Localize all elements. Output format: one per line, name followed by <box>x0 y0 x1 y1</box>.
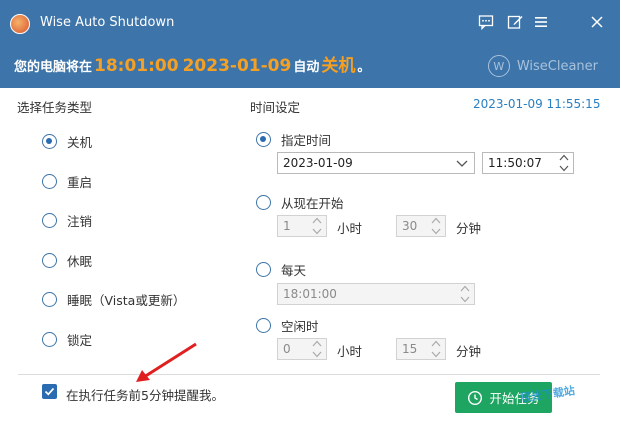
radio-circle <box>42 332 57 347</box>
spin-up-icon[interactable] <box>312 340 322 347</box>
spin-down-icon[interactable] <box>431 228 441 235</box>
from-now-minutes-stepper[interactable]: 30 <box>396 215 446 237</box>
schedule-banner: 您的电脑将在 18:01:00 2023-01-09 自动 关机 。 W Wis… <box>0 45 620 88</box>
radio-idle[interactable]: 空闲时 <box>256 316 319 335</box>
spin-up-icon[interactable] <box>431 217 441 224</box>
radio-label: 重启 <box>67 175 93 190</box>
radio-circle <box>256 262 271 277</box>
red-arrow-annotation-icon <box>136 342 197 382</box>
radio-label: 空闲时 <box>281 319 319 334</box>
clock-icon <box>468 390 483 405</box>
from-now-hours-stepper[interactable]: 1 <box>277 215 327 237</box>
hours-value: 0 <box>283 342 291 356</box>
banner-date: 2023-01-09 <box>182 56 292 76</box>
title-bar: Wise Auto Shutdown <box>0 0 620 45</box>
banner-mid: 自动 <box>293 60 320 75</box>
time-stepper[interactable]: 11:50:07 <box>482 152 574 174</box>
radio-label: 锁定 <box>67 333 93 348</box>
radio-label: 睡眠（Vista或更新） <box>67 293 186 308</box>
radio-hibernate[interactable]: 休眠 <box>42 251 92 270</box>
spin-down-icon[interactable] <box>431 351 441 358</box>
radio-shutdown[interactable]: 关机 <box>42 132 92 151</box>
radio-label: 指定时间 <box>281 133 332 148</box>
radio-circle <box>256 132 271 147</box>
app-logo-icon <box>10 14 30 34</box>
radio-circle <box>42 213 57 228</box>
radio-circle <box>42 174 57 189</box>
edit-icon[interactable] <box>506 13 524 31</box>
daily-time-value: 18:01:00 <box>283 287 337 301</box>
radio-label: 注销 <box>67 214 93 229</box>
schedule-summary: 您的电脑将在 18:01:00 2023-01-09 自动 关机 。 <box>14 51 370 76</box>
spin-buttons[interactable] <box>460 285 472 303</box>
radio-circle <box>42 292 57 307</box>
chevron-down-icon <box>456 160 468 167</box>
checkmark-icon <box>44 387 55 396</box>
hours-unit: 小时 <box>337 344 363 359</box>
radio-lock[interactable]: 锁定 <box>42 330 92 349</box>
spin-up-icon[interactable] <box>312 217 322 224</box>
brand[interactable]: W WiseCleaner <box>487 55 598 77</box>
task-type-heading: 选择任务类型 <box>17 100 93 115</box>
banner-time: 18:01:00 <box>94 56 179 76</box>
idle-hours-stepper[interactable]: 0 <box>277 338 327 360</box>
radio-label: 从现在开始 <box>281 196 344 211</box>
spin-buttons[interactable] <box>312 340 324 358</box>
spin-buttons[interactable] <box>431 217 443 235</box>
brand-name: WiseCleaner <box>516 58 598 74</box>
minutes-unit: 分钟 <box>456 221 482 236</box>
spin-up-icon[interactable] <box>460 285 470 292</box>
time-setting-heading: 时间设定 <box>250 100 301 115</box>
radio-daily[interactable]: 每天 <box>256 260 306 279</box>
time-value: 11:50:07 <box>488 156 542 170</box>
current-time: 2023-01-09 11:55:15 <box>473 97 601 111</box>
radio-label: 休眠 <box>67 254 93 269</box>
feedback-icon[interactable] <box>477 13 495 31</box>
radio-circle <box>42 134 57 149</box>
spin-up-icon[interactable] <box>431 340 441 347</box>
remind-label[interactable]: 在执行任务前5分钟提醒我。 <box>66 385 224 404</box>
spin-down-icon[interactable] <box>312 228 322 235</box>
close-icon[interactable] <box>588 13 606 31</box>
banner-action: 关机 <box>321 56 356 76</box>
radio-label: 关机 <box>67 135 93 150</box>
date-value: 2023-01-09 <box>283 156 353 170</box>
hours-value: 1 <box>283 219 291 233</box>
daily-time-stepper[interactable]: 18:01:00 <box>277 283 475 305</box>
minutes-unit: 分钟 <box>456 344 482 359</box>
banner-suffix: 。 <box>357 60 371 75</box>
radio-sleep[interactable]: 睡眠（Vista或更新） <box>42 290 185 309</box>
radio-logoff[interactable]: 注销 <box>42 211 92 230</box>
app-title: Wise Auto Shutdown <box>40 15 175 30</box>
hours-unit: 小时 <box>337 221 363 236</box>
spin-down-icon[interactable] <box>312 351 322 358</box>
radio-specified-time[interactable]: 指定时间 <box>256 130 331 149</box>
spin-down-icon[interactable] <box>460 296 470 303</box>
spin-up-icon[interactable] <box>559 154 569 161</box>
date-dropdown[interactable]: 2023-01-09 <box>277 152 475 174</box>
spin-down-icon[interactable] <box>559 165 569 172</box>
menu-icon[interactable] <box>532 13 550 31</box>
idle-minutes-stepper[interactable]: 15 <box>396 338 446 360</box>
minutes-value: 15 <box>402 342 418 356</box>
wisecleaner-logo-icon: W <box>487 55 510 77</box>
radio-from-now[interactable]: 从现在开始 <box>256 193 344 212</box>
minutes-value: 30 <box>402 219 418 233</box>
remind-checkbox[interactable] <box>42 384 57 399</box>
radio-circle <box>42 253 57 268</box>
spin-buttons[interactable] <box>431 340 443 358</box>
banner-prefix: 您的电脑将在 <box>14 60 93 75</box>
radio-circle <box>256 195 271 210</box>
radio-label: 每天 <box>281 263 307 278</box>
footer-divider <box>18 374 600 375</box>
spin-buttons[interactable] <box>559 154 571 172</box>
spin-buttons[interactable] <box>312 217 324 235</box>
radio-restart[interactable]: 重启 <box>42 172 92 191</box>
radio-circle <box>256 318 271 333</box>
